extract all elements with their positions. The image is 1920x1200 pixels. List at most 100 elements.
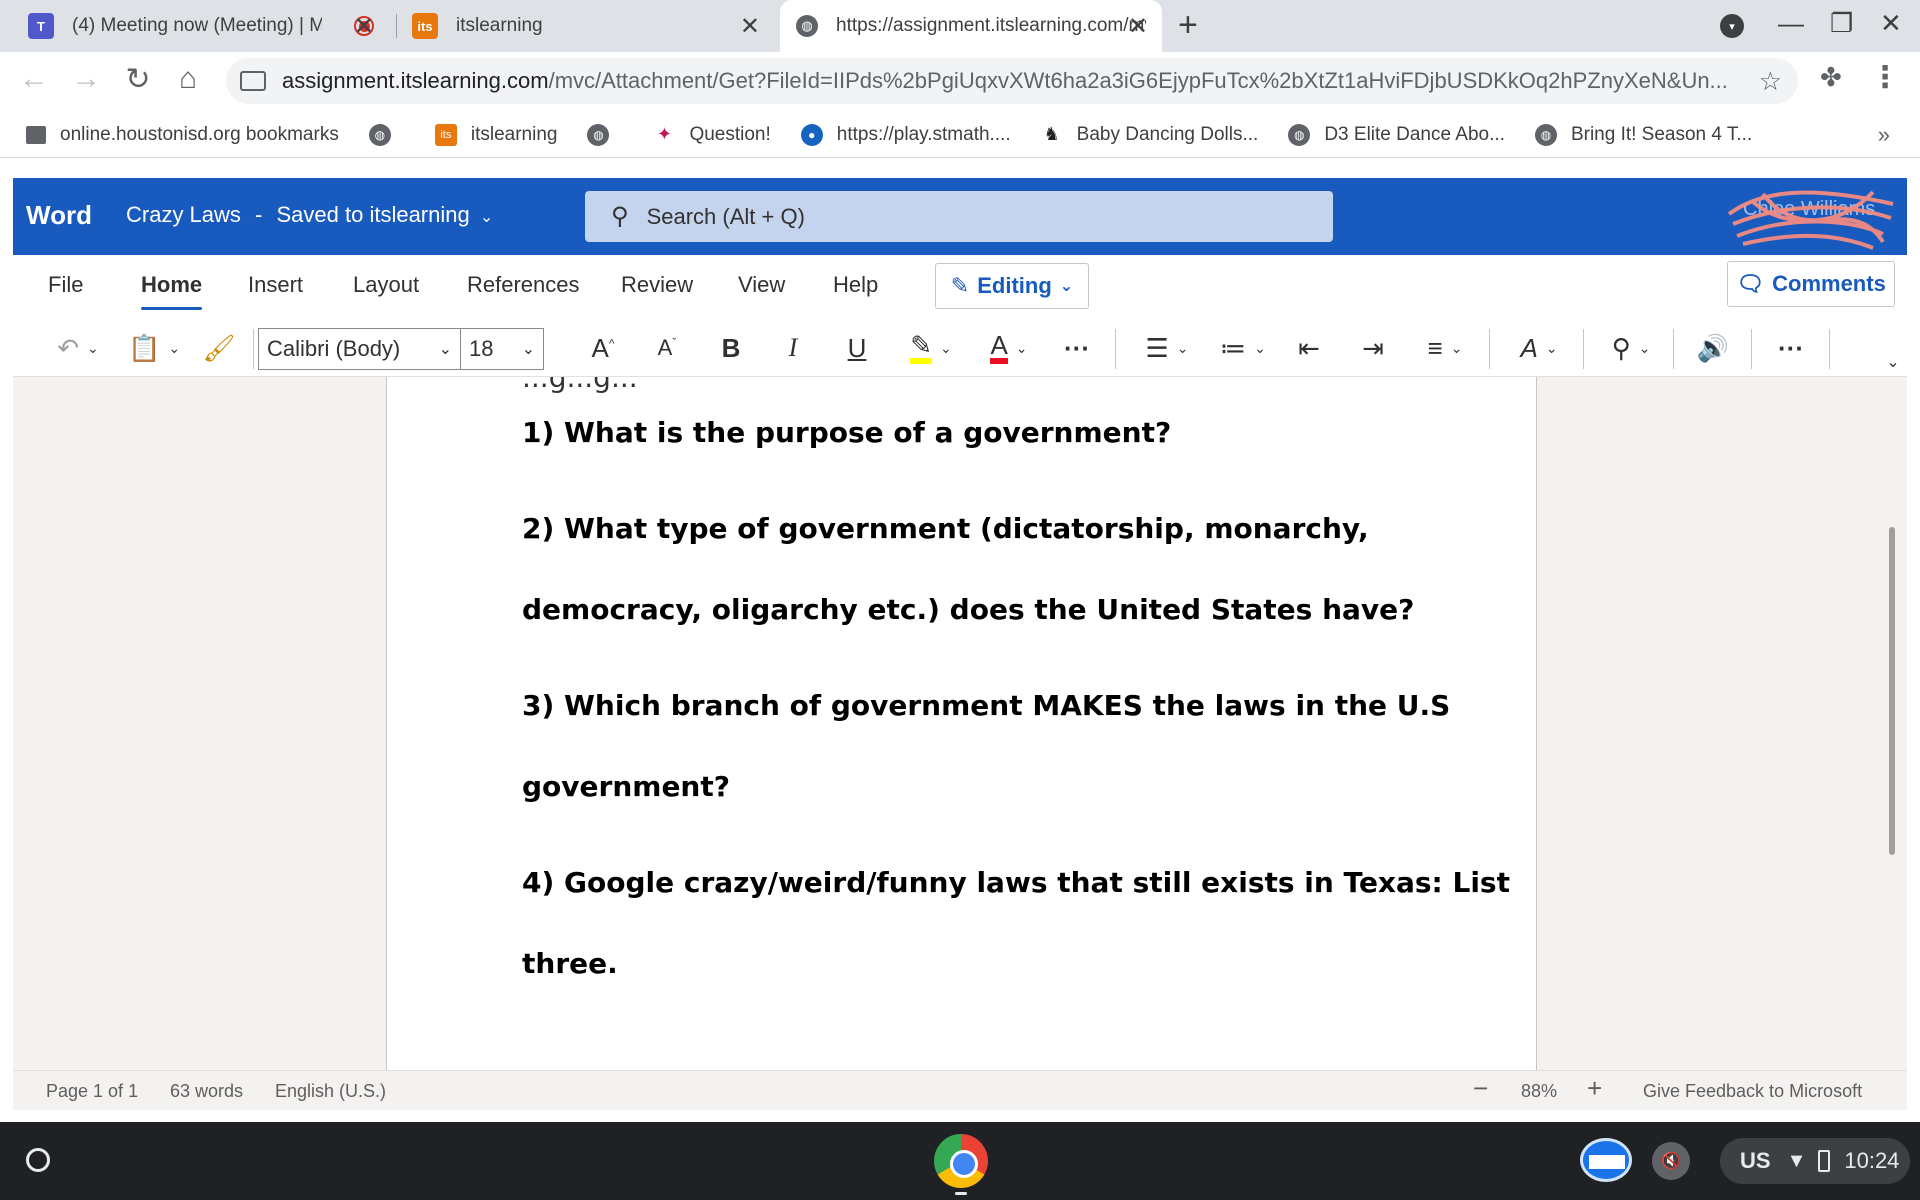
more-font-options-button[interactable]: ··· [1057, 329, 1097, 367]
bold-button[interactable]: B [711, 329, 751, 367]
styles-button[interactable]: A ⌄ [1509, 329, 1569, 367]
bookmark-folder-houstonisd[interactable]: online.houstonisd.org bookmarks [26, 124, 339, 146]
bookmark-bring-it[interactable]: ◍ Bring It! Season 4 T... [1534, 123, 1752, 146]
chrome-menu-icon[interactable]: ⋮ [1870, 60, 1900, 95]
tab-view[interactable]: View [738, 272, 785, 298]
chevron-down-icon: ⌄ [1886, 354, 1900, 371]
search-icon: ⚲ [611, 203, 629, 230]
more-bookmarks-button[interactable]: » [1878, 122, 1890, 148]
document-title: Crazy Laws [126, 202, 241, 227]
audio-icon[interactable]: 🔇 [1652, 1142, 1690, 1180]
tab-review[interactable]: Review [621, 272, 693, 298]
chevron-down-icon: ⌄ [479, 209, 494, 226]
tab-search-icon[interactable]: ▾ [1720, 14, 1744, 38]
zoom-level[interactable]: 88% [1521, 1081, 1557, 1102]
close-tab-icon[interactable]: ✕ [354, 12, 374, 41]
battery-icon [1818, 1150, 1831, 1172]
tab-assignment[interactable]: ◍ https://assignment.itslearning.com/mvc… [780, 0, 1162, 52]
find-button[interactable]: ⚲ ⌄ [1601, 329, 1661, 367]
give-feedback-link[interactable]: Give Feedback to Microsoft [1643, 1081, 1862, 1102]
new-tab-button[interactable]: + [1178, 8, 1198, 42]
minimize-icon[interactable]: — [1778, 8, 1804, 39]
url-host: assignment.itslearning.com [282, 68, 549, 93]
shrink-font-button[interactable]: Aˇ [647, 329, 687, 367]
reload-icon[interactable]: ↻ [118, 62, 158, 97]
comments-button[interactable]: 🗨 Comments [1727, 261, 1895, 307]
bookmark-stmath[interactable]: ● https://play.stmath.... [800, 123, 1011, 146]
chrome-browser-icon[interactable] [934, 1134, 988, 1188]
tab-help[interactable]: Help [833, 272, 878, 298]
extensions-icon[interactable]: ✤ [1820, 62, 1842, 93]
tab-layout[interactable]: Layout [353, 272, 419, 298]
paste-button[interactable]: 📋 ⌄ [119, 329, 189, 367]
grow-font-button[interactable]: A^ [583, 329, 623, 367]
tab-file[interactable]: File [48, 272, 83, 298]
bookmark-star-icon[interactable]: ☆ [1759, 66, 1782, 97]
highlight-button[interactable]: ✎ ⌄ [901, 329, 961, 367]
zoom-out-button[interactable]: − [1473, 1073, 1488, 1104]
page-count: Page 1 of 1 [46, 1081, 139, 1101]
increase-indent-button[interactable]: ⇥ [1353, 329, 1393, 367]
editing-mode-button[interactable]: ✎ Editing ⌄ [935, 263, 1089, 309]
question-4-line-2: three. [522, 947, 618, 980]
save-status: Saved to itslearning [276, 202, 470, 227]
back-icon[interactable]: ← [14, 62, 54, 96]
close-tab-icon[interactable]: ✕ [740, 12, 760, 41]
site-info-icon[interactable] [240, 71, 266, 91]
close-tab-icon[interactable]: ✕ [1128, 12, 1148, 41]
word-header-bar: Word Crazy Laws - Saved to itslearning ⌄… [13, 178, 1907, 255]
bookmark-globe[interactable]: ◍ [368, 123, 405, 146]
word-app-name[interactable]: Word [26, 200, 92, 231]
globe-icon: ◍ [1288, 123, 1311, 146]
address-bar[interactable]: assignment.itslearning.com/mvc/Attachmen… [226, 58, 1798, 104]
launcher-icon[interactable] [26, 1148, 50, 1172]
vertical-scrollbar[interactable] [1889, 527, 1895, 855]
dictate-button[interactable]: 🔊 [1691, 329, 1735, 367]
forward-icon[interactable]: → [66, 62, 106, 96]
italic-button[interactable]: I [773, 329, 813, 367]
italic-icon: I [788, 333, 798, 362]
globe-icon: ◍ [796, 15, 818, 37]
bullets-button[interactable]: ☰ ⌄ [1137, 329, 1197, 367]
tab-itslearning[interactable]: its itslearning ✕ [412, 0, 774, 52]
align-button[interactable]: ≡ ⌄ [1415, 329, 1475, 367]
collapse-ribbon-button[interactable]: ⌄ [1883, 343, 1903, 381]
bookmark-d3-elite-dance[interactable]: ◍ D3 Elite Dance Abo... [1288, 123, 1505, 146]
wifi-icon: ▼ [1786, 1149, 1807, 1172]
document-title-button[interactable]: Crazy Laws - Saved to itslearning ⌄ [126, 202, 493, 228]
ribbon-separator [1673, 329, 1674, 369]
search-box[interactable]: ⚲ Search (Alt + Q) [585, 191, 1333, 242]
system-tray[interactable]: US ▼ 10:24 [1720, 1138, 1910, 1184]
bookmark-itslearning[interactable]: its itslearning [434, 123, 557, 146]
format-painter-button[interactable]: 🖌 [199, 329, 239, 367]
close-window-icon[interactable]: ✕ [1880, 8, 1902, 39]
tab-insert[interactable]: Insert [248, 272, 303, 298]
browser-toolbar: ← → ↻ ⌂ assignment.itslearning.com/mvc/A… [0, 52, 1920, 112]
restore-icon[interactable]: ❐ [1830, 8, 1853, 39]
language-indicator[interactable]: English (U.S.) [275, 1081, 386, 1102]
question-4-line-1: 4) Google crazy/weird/funny laws that st… [522, 866, 1510, 899]
font-size-dropdown[interactable]: 18 ⌄ [460, 328, 544, 370]
more-commands-button[interactable]: ··· [1769, 329, 1813, 367]
bookmark-baby-dancing-dolls[interactable]: ♞ Baby Dancing Dolls... [1041, 124, 1259, 146]
decrease-indent-button[interactable]: ⇤ [1289, 329, 1329, 367]
bookmark-globe[interactable]: ◍ [587, 123, 623, 146]
highlighter-icon: ✎ [910, 332, 933, 364]
screen-capture-icon[interactable] [1580, 1138, 1632, 1182]
font-name-value: Calibri (Body) [267, 336, 401, 361]
tab-teams-meeting[interactable]: T (4) Meeting now (Meeting) | Microsoft … [28, 0, 388, 52]
url-text[interactable]: assignment.itslearning.com/mvc/Attachmen… [282, 68, 1732, 94]
font-color-button[interactable]: A ⌄ [979, 329, 1039, 367]
document-page[interactable]: ...g...g... 1) What is the purpose of a … [386, 377, 1537, 1070]
undo-button[interactable]: ↶ ⌄ [43, 329, 113, 367]
font-name-dropdown[interactable]: Calibri (Body) ⌄ [258, 328, 461, 370]
word-count[interactable]: 63 words [170, 1081, 243, 1102]
underline-button[interactable]: U [837, 329, 877, 367]
tab-home[interactable]: Home [141, 272, 203, 310]
ribbon-separator [1583, 329, 1584, 369]
home-icon[interactable]: ⌂ [168, 62, 208, 96]
bookmark-question[interactable]: ✦ Question! [653, 124, 771, 146]
tab-references[interactable]: References [467, 272, 580, 298]
zoom-in-button[interactable]: + [1587, 1073, 1602, 1104]
numbering-button[interactable]: ≔ ⌄ [1213, 329, 1273, 367]
